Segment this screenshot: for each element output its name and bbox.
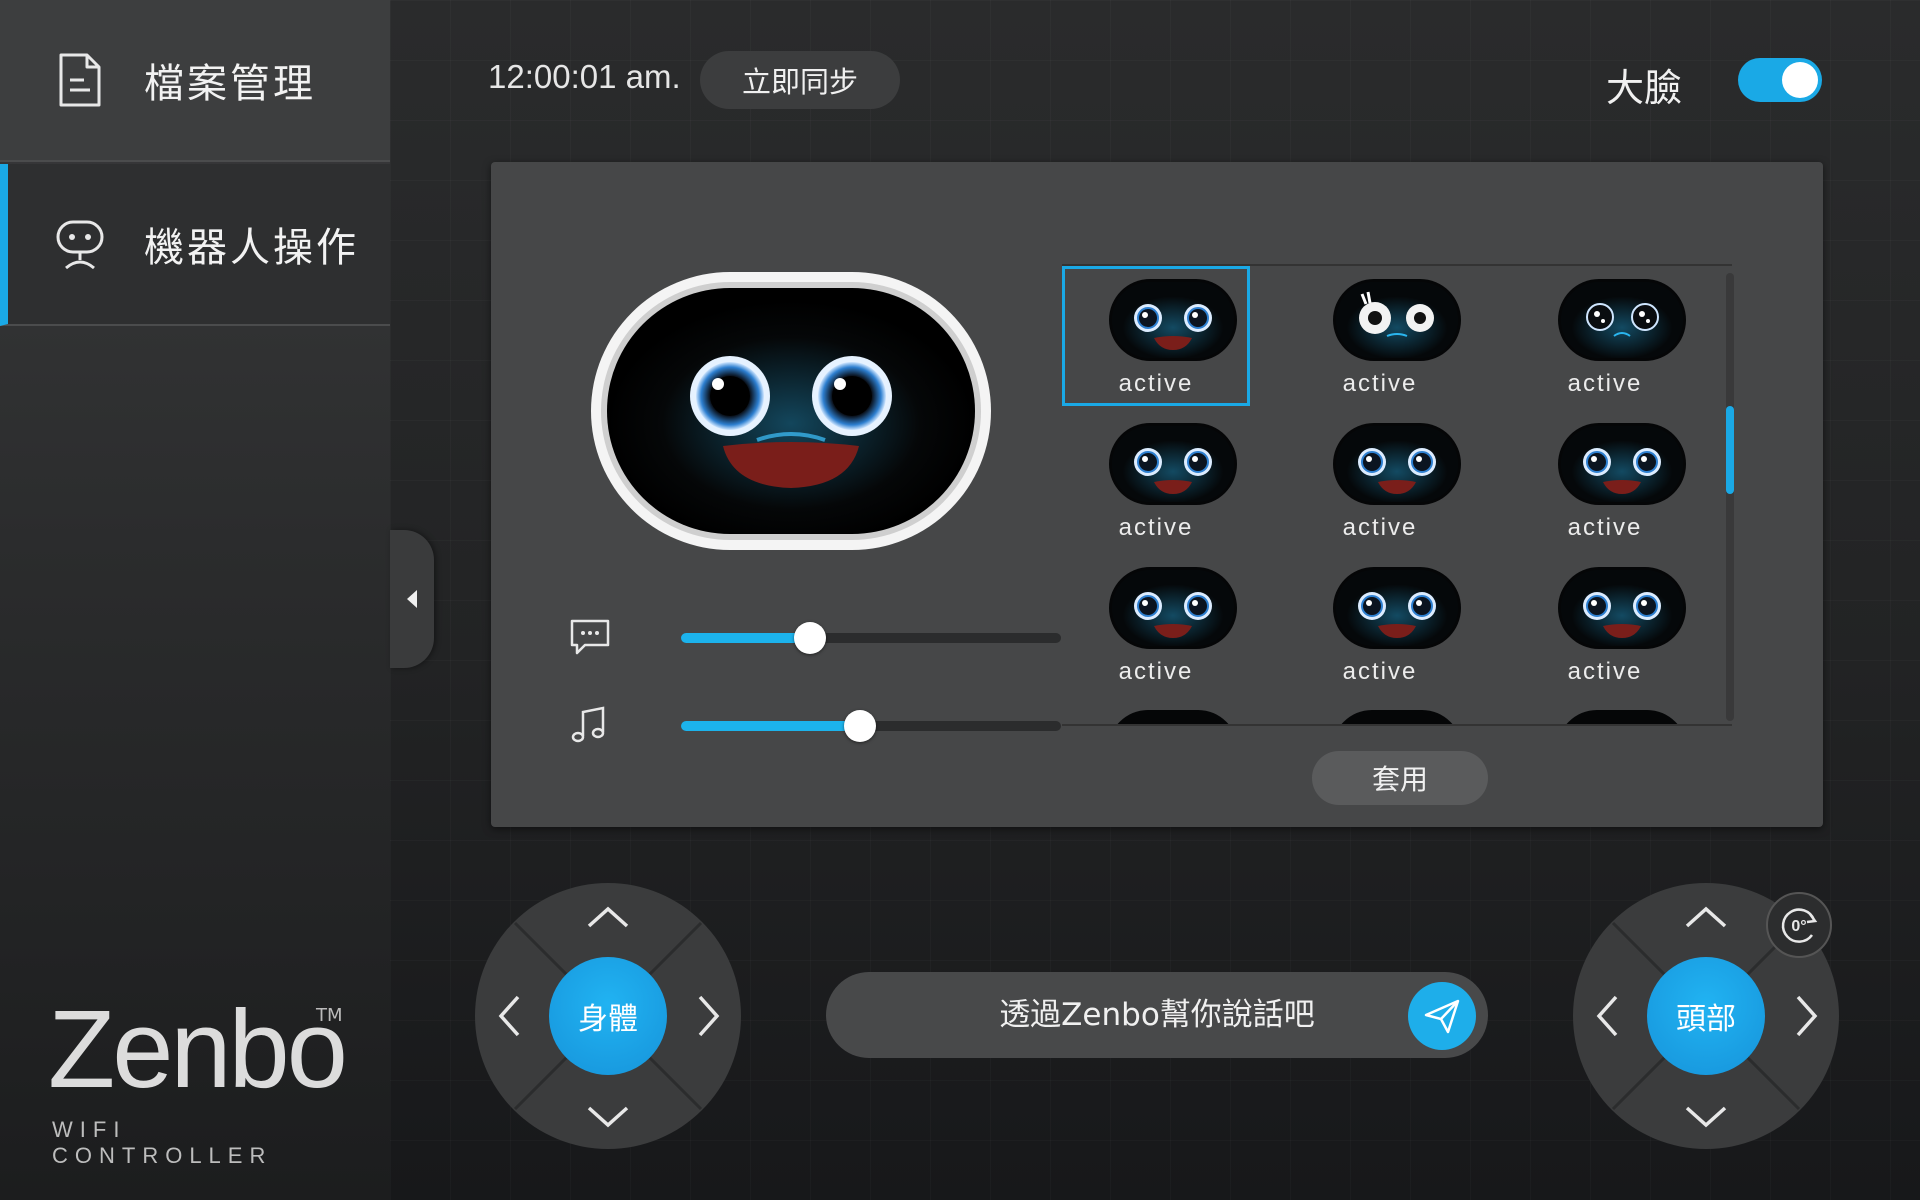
face-option[interactable]: active (1062, 410, 1250, 550)
face-option[interactable]: active (1511, 266, 1699, 406)
rotate-icon: 0° (1781, 908, 1818, 943)
speak-input[interactable]: 透過Zenbo幫你說話吧 (826, 972, 1488, 1058)
robot-face-icon (50, 214, 110, 274)
big-face-label: 大臉 (1606, 66, 1683, 110)
head-center-button[interactable]: 頭部 (1647, 957, 1765, 1075)
speak-input-placeholder: 透過Zenbo幫你說話吧 (999, 997, 1315, 1033)
face-grid[interactable]: active active active active active active acti… (1062, 264, 1732, 726)
sidebar-item-label: 檔案管理 (144, 61, 316, 107)
chevron-down-icon (1685, 1106, 1727, 1128)
chevron-right-icon (1796, 995, 1818, 1037)
face-option[interactable]: active (1511, 554, 1699, 694)
face-option-label: active (1567, 370, 1643, 397)
body-dpad: 身體 (475, 883, 741, 1149)
scrollbar-thumb[interactable] (1726, 406, 1734, 495)
face-thumbnail (1332, 566, 1462, 650)
body-center-button[interactable]: 身體 (549, 957, 667, 1075)
apply-button[interactable]: 套用 (1312, 751, 1488, 805)
face-option-label: active (1118, 514, 1194, 541)
sidebar-item-robot-operation[interactable]: 機器人操作 (0, 164, 390, 326)
send-button[interactable] (1408, 982, 1476, 1050)
face-option-label: active (1342, 514, 1418, 541)
speech-volume-slider[interactable] (569, 612, 1061, 662)
face-thumbnail (1557, 422, 1687, 506)
face-option[interactable]: active (1286, 266, 1474, 406)
face-option-label: active (1567, 658, 1643, 685)
face-thumbnail (1557, 566, 1687, 650)
body-down-button[interactable] (586, 1095, 630, 1139)
rotate-reset-button[interactable]: 0° (1766, 892, 1832, 958)
face-option[interactable]: active (1286, 410, 1474, 550)
brand-name: Zenbo (48, 988, 348, 1111)
head-down-button[interactable] (1684, 1095, 1728, 1139)
chevron-up-icon (587, 906, 629, 928)
slider-fill (681, 721, 860, 731)
slider-fill (681, 633, 811, 643)
triangle-left-icon (407, 590, 417, 608)
chevron-left-icon (498, 995, 520, 1037)
sidebar: 檔案管理 機器人操作 Zenbo TM WIFI CONTROLLER (0, 0, 390, 1200)
face-settings-panel: active active active active active active acti… (491, 162, 1823, 827)
face-option[interactable]: active (1511, 410, 1699, 550)
body-up-button[interactable] (586, 895, 630, 939)
brand-subtitle: WIFI CONTROLLER (52, 1117, 273, 1168)
slider-handle[interactable] (843, 710, 876, 742)
chevron-up-icon (1685, 906, 1727, 928)
sync-now-button[interactable]: 立即同步 (700, 51, 900, 109)
face-option-label: active (1342, 370, 1418, 397)
sidebar-item-label: 機器人操作 (144, 225, 359, 271)
document-icon (50, 50, 110, 110)
head-up-button[interactable] (1684, 895, 1728, 939)
chevron-right-icon (698, 995, 720, 1037)
face-option-label: active (1118, 658, 1194, 685)
face-option-label: active (1342, 658, 1418, 685)
music-note-icon (571, 706, 605, 743)
big-face-toggle[interactable] (1738, 58, 1822, 102)
face-option-label: active (1118, 370, 1194, 397)
zenbo-logo: Zenbo TM WIFI CONTROLLER (48, 995, 348, 1175)
chat-bubble-icon (570, 619, 610, 655)
face-option-partial[interactable] (1332, 710, 1462, 724)
rotate-label: 0° (1791, 918, 1806, 935)
chevron-down-icon (587, 1106, 629, 1128)
brand-trademark: TM (316, 1005, 343, 1026)
body-right-button[interactable] (687, 994, 731, 1038)
face-thumbnail (1108, 566, 1238, 650)
face-thumbnail (1332, 278, 1462, 362)
face-thumbnail (1108, 422, 1238, 506)
face-option[interactable]: active (1062, 266, 1250, 406)
head-left-button[interactable] (1585, 994, 1629, 1038)
clock-time: 12:00:01 am. (488, 58, 681, 95)
face-thumbnail (1557, 278, 1687, 362)
face-thumbnail (1332, 422, 1462, 506)
face-option[interactable]: active (1286, 554, 1474, 694)
face-preview-image (587, 268, 995, 554)
music-volume-slider[interactable] (569, 700, 1061, 750)
chevron-left-icon (1596, 995, 1618, 1037)
paper-plane-icon (1424, 999, 1460, 1034)
face-option-partial[interactable] (1557, 710, 1687, 724)
slider-track[interactable] (681, 622, 1061, 654)
sidebar-collapse-button[interactable] (390, 530, 434, 668)
head-right-button[interactable] (1785, 994, 1829, 1038)
slider-track[interactable] (681, 710, 1061, 742)
face-option-label: active (1567, 514, 1643, 541)
sidebar-item-file-management[interactable]: 檔案管理 (0, 0, 390, 162)
face-grid-scrollbar[interactable] (1726, 273, 1734, 721)
face-option[interactable]: active (1062, 554, 1250, 694)
body-left-button[interactable] (487, 994, 531, 1038)
slider-handle[interactable] (794, 622, 827, 654)
face-thumbnail (1108, 278, 1238, 362)
face-option-partial[interactable] (1108, 710, 1238, 724)
toggle-knob (1782, 62, 1818, 98)
